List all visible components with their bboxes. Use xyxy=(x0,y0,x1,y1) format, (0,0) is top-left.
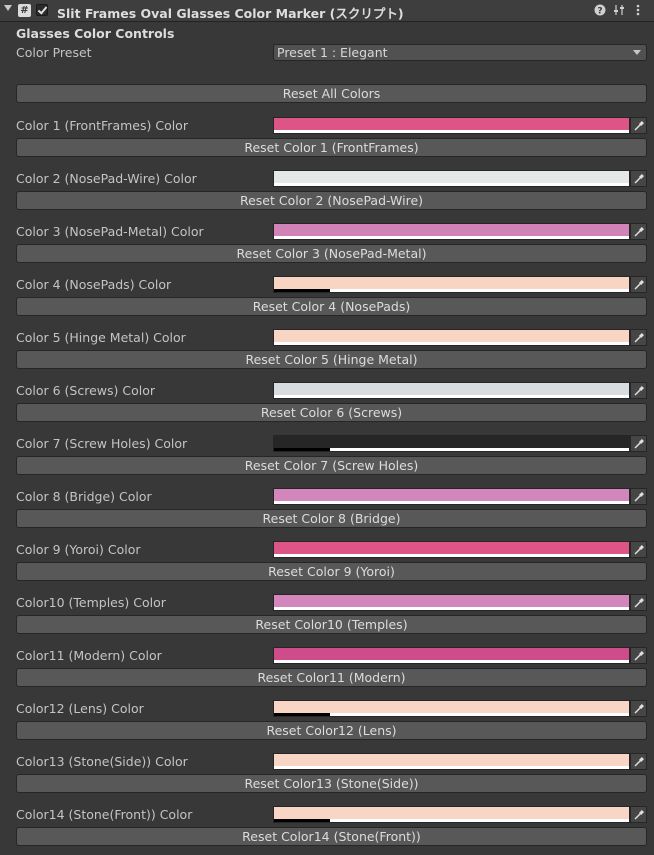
color-preset-dropdown[interactable]: Preset 1 : Elegant xyxy=(273,44,647,61)
color-swatch-fill xyxy=(274,542,629,554)
eyedropper-icon[interactable] xyxy=(630,223,647,240)
color-field-label: Color13 (Stone(Side)) Color xyxy=(16,754,188,769)
alpha-bar xyxy=(330,289,629,292)
script-icon: # xyxy=(18,4,31,17)
color-swatch[interactable] xyxy=(273,541,630,558)
eyedropper-icon[interactable] xyxy=(630,541,647,558)
alpha-bar xyxy=(274,183,629,186)
alpha-bar xyxy=(274,395,629,398)
eyedropper-icon[interactable] xyxy=(630,700,647,717)
color-swatch[interactable] xyxy=(273,594,630,611)
component-enabled-checkbox[interactable] xyxy=(36,4,48,16)
color-swatch[interactable] xyxy=(273,488,630,505)
color-swatch[interactable] xyxy=(273,753,630,770)
reset-color-button[interactable]: Reset Color 3 (NosePad-Metal) xyxy=(16,244,647,263)
color-swatch[interactable] xyxy=(273,170,630,187)
color-swatch-fill xyxy=(274,807,629,819)
color-swatch[interactable] xyxy=(273,382,630,399)
color-field-label: Color 4 (NosePads) Color xyxy=(16,277,172,292)
chevron-down-icon xyxy=(633,50,641,55)
reset-color-button[interactable]: Reset Color 7 (Screw Holes) xyxy=(16,456,647,475)
color-swatch-fill xyxy=(274,489,629,501)
color-field-label: Color 9 (Yoroi) Color xyxy=(16,542,141,557)
color-field-label: Color14 (Stone(Front)) Color xyxy=(16,807,193,822)
svg-text:?: ? xyxy=(597,7,602,17)
color-preset-label: Color Preset xyxy=(16,45,92,60)
alpha-bar xyxy=(274,236,629,239)
color-field-label: Color11 (Modern) Color xyxy=(16,648,162,663)
alpha-bar xyxy=(330,448,629,451)
section-title: Glasses Color Controls xyxy=(16,26,175,41)
eyedropper-icon[interactable] xyxy=(630,806,647,823)
color-swatch-fill xyxy=(274,383,629,395)
reset-color-button[interactable]: Reset Color14 (Stone(Front)) xyxy=(16,827,647,846)
color-swatch-fill xyxy=(274,436,629,448)
reset-color-button[interactable]: Reset Color13 (Stone(Side)) xyxy=(16,774,647,793)
color-swatch[interactable] xyxy=(273,647,630,664)
color-swatch[interactable] xyxy=(273,117,630,134)
eyedropper-icon[interactable] xyxy=(630,329,647,346)
color-field-label: Color 6 (Screws) Color xyxy=(16,383,155,398)
color-swatch-fill xyxy=(274,224,629,236)
color-field-label: Color 1 (FrontFrames) Color xyxy=(16,118,188,133)
reset-color-button[interactable]: Reset Color 6 (Screws) xyxy=(16,403,647,422)
component-header: # Slit Frames Oval Glasses Color Marker … xyxy=(0,0,654,22)
eyedropper-icon[interactable] xyxy=(630,117,647,134)
alpha-bar xyxy=(274,130,629,133)
color-swatch-fill xyxy=(274,648,629,660)
foldout-arrow-icon[interactable] xyxy=(4,5,12,11)
eyedropper-icon[interactable] xyxy=(630,382,647,399)
component-title: Slit Frames Oval Glasses Color Marker (ス… xyxy=(57,6,404,21)
color-swatch-fill xyxy=(274,754,629,766)
color-field-label: Color12 (Lens) Color xyxy=(16,701,144,716)
more-menu-icon[interactable] xyxy=(631,4,644,17)
reset-color-button[interactable]: Reset Color 1 (FrontFrames) xyxy=(16,138,647,157)
eyedropper-icon[interactable] xyxy=(630,170,647,187)
reset-color-button[interactable]: Reset Color 9 (Yoroi) xyxy=(16,562,647,581)
reset-color-button[interactable]: Reset Color 2 (NosePad-Wire) xyxy=(16,191,647,210)
color-swatch[interactable] xyxy=(273,806,630,823)
color-field-label: Color10 (Temples) Color xyxy=(16,595,166,610)
alpha-bar xyxy=(274,554,629,557)
reset-color-button[interactable]: Reset Color 5 (Hinge Metal) xyxy=(16,350,647,369)
color-swatch-fill xyxy=(274,277,629,289)
reset-color-button[interactable]: Reset Color11 (Modern) xyxy=(16,668,647,687)
color-field-label: Color 2 (NosePad-Wire) Color xyxy=(16,171,197,186)
color-swatch-fill xyxy=(274,701,629,713)
reset-color-button[interactable]: Reset Color12 (Lens) xyxy=(16,721,647,740)
color-swatch-fill xyxy=(274,171,629,183)
color-swatch-fill xyxy=(274,595,629,607)
color-preset-value: Preset 1 : Elegant xyxy=(277,45,388,60)
color-field-label: Color 3 (NosePad-Metal) Color xyxy=(16,224,204,239)
alpha-bar xyxy=(274,766,629,769)
color-field-label: Color 8 (Bridge) Color xyxy=(16,489,152,504)
color-field-label: Color 5 (Hinge Metal) Color xyxy=(16,330,186,345)
eyedropper-icon[interactable] xyxy=(630,647,647,664)
reset-all-colors-button[interactable]: Reset All Colors xyxy=(16,84,647,103)
color-swatch[interactable] xyxy=(273,276,630,293)
color-swatch-fill xyxy=(274,118,629,130)
alpha-bar xyxy=(274,501,629,504)
eyedropper-icon[interactable] xyxy=(630,753,647,770)
eyedropper-icon[interactable] xyxy=(630,594,647,611)
eyedropper-icon[interactable] xyxy=(630,488,647,505)
alpha-bar xyxy=(330,819,629,822)
color-swatch[interactable] xyxy=(273,435,630,452)
eyedropper-icon[interactable] xyxy=(630,276,647,293)
alpha-bar xyxy=(330,713,629,716)
reset-color-button[interactable]: Reset Color 8 (Bridge) xyxy=(16,509,647,528)
reset-color-button[interactable]: Reset Color10 (Temples) xyxy=(16,615,647,634)
eyedropper-icon[interactable] xyxy=(630,435,647,452)
alpha-bar xyxy=(274,607,629,610)
help-icon[interactable]: ? xyxy=(593,4,606,17)
preset-icon[interactable] xyxy=(612,4,625,17)
color-swatch[interactable] xyxy=(273,700,630,717)
color-swatch-fill xyxy=(274,330,629,342)
color-field-label: Color 7 (Screw Holes) Color xyxy=(16,436,188,451)
color-swatch[interactable] xyxy=(273,223,630,240)
color-swatch[interactable] xyxy=(273,329,630,346)
alpha-bar xyxy=(274,660,629,663)
reset-color-button[interactable]: Reset Color 4 (NosePads) xyxy=(16,297,647,316)
alpha-bar xyxy=(274,342,629,345)
